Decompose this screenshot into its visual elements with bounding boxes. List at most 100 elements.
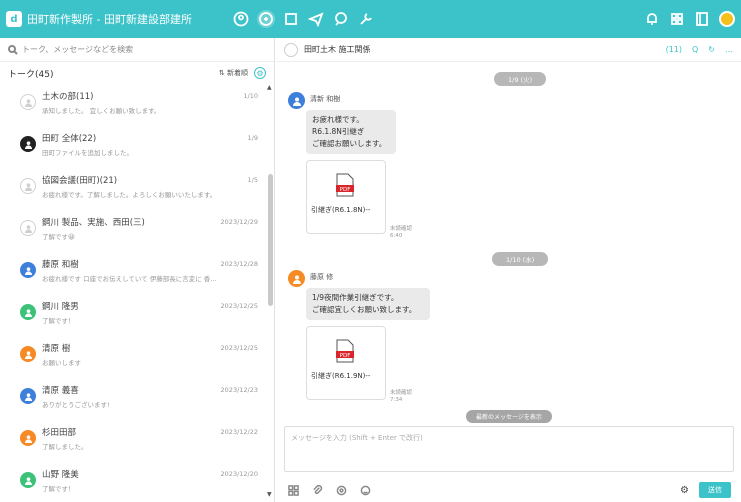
talk-list-scrollbar[interactable]: ▲ ▼ <box>266 84 275 502</box>
talk-list-panel: トーク、メッセージなどを検索 トーク(45) ⇅ 新着順 ⚙ 土木の部(11) 1… <box>0 38 275 502</box>
app-window: d 田町新作製所 - 田町新建設部建所 トーク、メッセージなどを検索 トーク(4… <box>0 0 741 502</box>
sort-button[interactable]: ⇅ 新着順 <box>219 68 248 78</box>
list-item[interactable]: 田町 全体(22) 1/9 田町ファイルを追加しました。 <box>0 126 266 168</box>
chat-header: 田町土木 施工関係 (11) Q ↻ … <box>276 38 741 62</box>
talk-name: 山野 隆美 <box>42 470 79 480</box>
list-item[interactable]: 協図会議(田町)(21) 1/5 お疲れ様です。了解しました。よろしくお願いいたし… <box>0 168 266 210</box>
talk-last-message: ありがとうございます! <box>42 401 110 409</box>
list-item[interactable]: 清原 樹 2023/12/25 お願いします <box>0 336 266 378</box>
message-line: R6.1.8N引継ぎ <box>312 127 365 136</box>
list-item[interactable]: 清原 義喜 2023/12/23 ありがとうございます! <box>0 378 266 420</box>
refresh-icon[interactable]: ↻ <box>708 45 715 54</box>
user-avatar[interactable] <box>719 11 735 27</box>
user-avatar-icon <box>20 304 36 320</box>
file-name: 引継ぎ(R6.1.8N)-- <box>311 206 371 214</box>
wrench-icon[interactable] <box>357 10 375 28</box>
sender-avatar-icon <box>288 92 305 109</box>
talk-name: 田町 全体(22) <box>42 134 97 144</box>
talk-name: 鋼川 隆男 <box>42 302 79 312</box>
date-separator: 1/10 (水) <box>492 252 549 266</box>
svg-text:PDF: PDF <box>340 187 351 193</box>
send-button[interactable]: 送信 <box>699 482 731 498</box>
pdf-file-icon: PDF <box>336 339 354 363</box>
send-icon[interactable] <box>307 10 325 28</box>
talk-last-message: 了解です！ <box>42 485 75 493</box>
image-icon[interactable] <box>334 483 348 497</box>
grid-icon[interactable] <box>668 10 686 28</box>
square-icon[interactable] <box>282 10 300 28</box>
sort-label: 新着順 <box>227 69 248 77</box>
sender-name: 藤原 修 <box>310 273 334 281</box>
talk-date: 1/5 <box>247 176 258 184</box>
user-avatar-icon <box>20 430 36 446</box>
more-icon[interactable]: … <box>725 45 733 54</box>
read-status: 未読確認 <box>390 226 413 232</box>
member-count-button[interactable]: (11) <box>666 45 682 54</box>
bell-icon[interactable] <box>643 10 661 28</box>
message-line: ご確認宜しくお願い致します。 <box>312 305 417 314</box>
chat-icon[interactable] <box>257 10 275 28</box>
attach-icon[interactable] <box>310 483 324 497</box>
group-photo-avatar <box>20 136 36 152</box>
pdf-file-icon: PDF <box>336 173 354 197</box>
message-input[interactable]: メッセージを入力 (Shift + Enter で改行) <box>284 426 734 472</box>
talk-date: 2023/12/25 <box>220 344 258 352</box>
list-item[interactable]: 土木の部(11) 1/10 承知しました。 宜しくお願い致します。 <box>0 84 266 126</box>
talk-date: 1/9 <box>247 134 258 142</box>
talk-date: 2023/12/25 <box>220 302 258 310</box>
talk-last-message: お疲れ様です 口座でお伝えしていて 伊藤部長に言変に 香… <box>42 275 217 283</box>
list-item[interactable]: 鋼川 隆男 2023/12/25 了解です！ <box>0 294 266 336</box>
talk-last-message: 了解しました。 <box>42 443 88 451</box>
app-logo-icon[interactable]: d <box>6 11 22 27</box>
list-item[interactable]: 杉田田部 2023/12/22 了解しました。 <box>0 420 266 462</box>
talk-last-message: 承知しました。 宜しくお願い致します。 <box>42 107 161 115</box>
scroll-down-icon[interactable]: ▼ <box>267 491 272 498</box>
message-time: 7:34 <box>390 397 403 403</box>
message-bubble[interactable]: お疲れ様です。 R6.1.8N引継ぎ ご確認お願いします。 <box>306 110 396 154</box>
talk-name: 土木の部(11) <box>42 92 94 102</box>
file-attachment[interactable]: PDF 引継ぎ(R6.1.9N)-- <box>306 326 386 400</box>
chat-tools: (11) Q ↻ … <box>656 45 733 54</box>
scrollbar-thumb[interactable] <box>268 174 273 306</box>
group-avatar-icon <box>20 220 36 236</box>
emoji-icon[interactable] <box>358 483 372 497</box>
list-item[interactable]: 藤原 和樹 2023/12/28 お疲れ様です 口座でお伝えしていて 伊藤部長に言… <box>0 252 266 294</box>
user-avatar-icon <box>20 346 36 362</box>
settings-gear-icon[interactable]: ⚙ <box>680 485 689 496</box>
talk-name: 藤原 和樹 <box>42 260 79 270</box>
settings-gear-icon[interactable]: ⚙ <box>254 67 266 79</box>
read-status: 未読確認 <box>390 390 413 396</box>
message-meta: 未読確認 7:34 <box>390 390 412 404</box>
top-bar-right <box>636 10 735 28</box>
list-item[interactable]: 山野 隆美 2023/12/20 了解です！ <box>0 462 266 502</box>
chat-title: 田町土木 施工関係 <box>304 45 371 54</box>
file-attachment[interactable]: PDF 引継ぎ(R6.1.8N)-- <box>306 160 386 234</box>
user-circle-icon[interactable] <box>232 10 250 28</box>
top-bar: d 田町新作製所 - 田町新建設部建所 <box>0 0 741 38</box>
talk-date: 1/10 <box>243 92 258 100</box>
talk-date: 2023/12/23 <box>220 386 258 394</box>
show-latest-button[interactable]: 最新のメッセージを表示 <box>466 410 552 423</box>
organization-selector[interactable]: 田町新作製所 - 田町新建設部建所 <box>27 11 225 27</box>
talk-name: 協図会議(田町)(21) <box>42 176 118 186</box>
message-meta: 未読確認 6:40 <box>390 226 412 240</box>
chat-panel: 田町土木 施工関係 (11) Q ↻ … 1/9 (火) 清新 和樹 お疲れ様で… <box>276 38 741 502</box>
message-line: お疲れ様です。 <box>312 115 364 124</box>
search-input[interactable]: トーク、メッセージなどを検索 <box>22 44 133 55</box>
list-item[interactable]: 鋼川 製品、実施、西田(三) 2023/12/29 了解です😀 <box>0 210 266 252</box>
message-line: 1/9夜間作業引継ぎです。 <box>312 293 399 302</box>
search-box[interactable]: トーク、メッセージなどを検索 <box>0 38 274 62</box>
message-time: 6:40 <box>390 233 403 239</box>
group-avatar-icon <box>20 178 36 194</box>
date-separator: 1/9 (火) <box>494 72 547 86</box>
svg-text:PDF: PDF <box>340 353 351 359</box>
scroll-up-icon[interactable]: ▲ <box>267 84 272 91</box>
grid-icon[interactable] <box>286 483 300 497</box>
message-bubble[interactable]: 1/9夜間作業引継ぎです。 ご確認宜しくお願い致します。 <box>306 288 430 320</box>
user-avatar-icon <box>20 472 36 488</box>
talk-date: 2023/12/28 <box>220 260 258 268</box>
phone-icon[interactable] <box>332 10 350 28</box>
notebook-icon[interactable] <box>693 10 711 28</box>
talk-last-message: お疲れ様です。了解しました。よろしくお願いいたします。 <box>42 191 217 199</box>
search-icon[interactable]: Q <box>692 45 698 54</box>
